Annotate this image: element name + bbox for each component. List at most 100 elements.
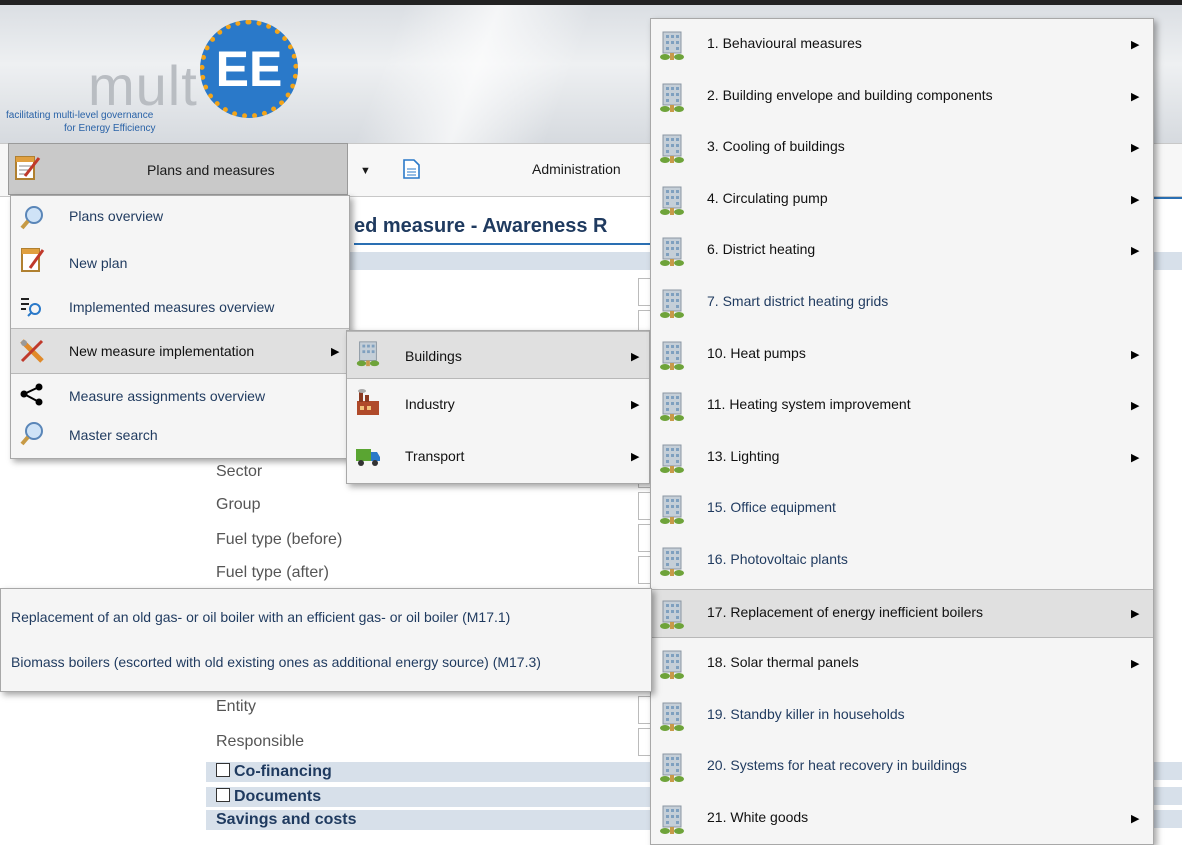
submenu-arrow-icon: ▶ — [1131, 39, 1140, 51]
menu-item-implemented-measures-overview[interactable]: Implemented measures overview — [11, 285, 349, 327]
boiler-submenu: Replacement of an old gas- or oil boiler… — [0, 588, 652, 692]
menu-item-measure-assignments-overview[interactable]: Measure assignments overview — [11, 376, 349, 418]
section-documents[interactable]: Documents — [206, 787, 654, 807]
submenu-arrow-icon: ▶ — [631, 451, 640, 463]
menu-item-building-measure[interactable]: 20. Systems for heat recovery in buildin… — [651, 743, 1153, 793]
building-icon — [660, 341, 684, 370]
building-icon — [660, 237, 684, 267]
menu-item-label: 7. Smart district heating grids — [707, 293, 889, 309]
submenu-arrow-icon: ▶ — [1131, 607, 1140, 620]
building-icon — [660, 805, 684, 834]
menu-item-building-measure[interactable]: 17. Replacement of energy inefficient bo… — [651, 588, 1153, 639]
menu-item-label: 3. Cooling of buildings — [707, 138, 845, 155]
sector-submenu: Buildings ▶ Industry ▶ Transport ▶ — [346, 330, 650, 484]
title-rule — [354, 243, 654, 245]
menu-item-label: 10. Heat pumps — [707, 344, 806, 361]
building-icon — [356, 341, 380, 367]
section-cofinancing[interactable]: Co-financing — [206, 762, 654, 782]
section-savings: Savings and costs — [206, 810, 654, 830]
building-icon — [660, 444, 684, 473]
menu-item-label: 15. Office equipment — [707, 499, 836, 516]
building-icon — [660, 186, 684, 215]
menu-item-building-measure[interactable]: 18. Solar thermal panels ▶ — [651, 640, 1153, 690]
menu-item-building-measure[interactable]: 4. Circulating pump ▶ — [651, 176, 1153, 226]
submenu-arrow-icon: ▶ — [1131, 245, 1140, 258]
field-label-fuel-before: Fuel type (before) — [216, 531, 343, 548]
cofinancing-checkbox[interactable] — [216, 763, 230, 777]
building-icon — [660, 702, 684, 731]
menu-item-building-measure[interactable]: 13. Lighting ▶ — [651, 434, 1153, 484]
menu-item-building-measure[interactable]: 11. Heating system improvement ▶ — [651, 382, 1153, 432]
menu-item-m17-3[interactable]: Biomass boilers (escorted with old exist… — [1, 641, 651, 685]
section-savings-label: Savings and costs — [216, 811, 357, 828]
building-icon — [660, 495, 684, 525]
multee-logo[interactable]: mult EE facilitating multi-level governa… — [0, 5, 330, 135]
right-title-rule — [1154, 197, 1182, 199]
field-label-responsible: Responsible — [216, 733, 305, 750]
menu-item-label: 16. Photovoltaic plants — [707, 551, 848, 567]
menu-item-label: 1. Behavioural measures — [707, 35, 862, 51]
page-title: ed measure - Awareness R — [354, 215, 608, 237]
section-documents-label: Documents — [234, 788, 322, 805]
plans-menu-label: Plans and measures — [147, 162, 275, 178]
menu-item-building-measure[interactable]: 1. Behavioural measures ▶ — [651, 21, 1153, 71]
plans-dropdown: Plans overview New plan Implemented meas… — [10, 195, 350, 459]
building-icon — [660, 31, 684, 60]
menu-item-label: 2. Building envelope and building compon… — [707, 86, 993, 103]
menu-item-label: 13. Lighting — [707, 447, 780, 464]
field-label-sector: Sector — [216, 463, 263, 480]
submenu-arrow-icon: ▶ — [631, 351, 640, 363]
buildings-submenu: 1. Behavioural measures ▶ 2. Building enve… — [650, 18, 1154, 845]
menu-item-label: 4. Circulating pump — [707, 189, 828, 206]
submenu-arrow-icon: ▶ — [631, 399, 640, 411]
menu-item-transport[interactable]: Transport ▶ — [347, 435, 649, 477]
menu-item-building-measure[interactable]: 16. Photovoltaic plants — [651, 537, 1153, 587]
logo-tagline-2: for Energy Efficiency — [64, 123, 156, 134]
chevron-down-icon[interactable]: ▼ — [360, 165, 371, 177]
menu-item-label: 20. Systems for heat recovery in buildin… — [707, 757, 967, 774]
submenu-arrow-icon: ▶ — [1131, 658, 1140, 671]
menu-item-building-measure[interactable]: 15. Office equipment — [651, 485, 1153, 535]
building-icon — [660, 289, 684, 318]
menu-item-building-measure[interactable]: 2. Building envelope and building compon… — [651, 73, 1153, 123]
menu-item-building-measure[interactable]: 10. Heat pumps ▶ — [651, 331, 1153, 381]
menu-item-plans-overview[interactable]: Plans overview — [11, 196, 349, 238]
magnifier-icon — [20, 422, 43, 446]
documents-checkbox[interactable] — [216, 788, 230, 802]
building-icon — [660, 547, 684, 576]
menu-item-building-measure[interactable]: 6. District heating ▶ — [651, 227, 1153, 277]
submenu-arrow-icon: ▶ — [1131, 451, 1140, 464]
menu-item-building-measure[interactable]: 7. Smart district heating grids — [651, 279, 1153, 329]
plans-and-measures-menu[interactable]: Plans and measures — [8, 143, 348, 195]
menu-item-new-plan[interactable]: New plan — [11, 240, 349, 282]
menu-item-label: 11. Heating system improvement — [707, 396, 911, 413]
submenu-arrow-icon: ▶ — [331, 346, 340, 358]
share-icon — [20, 383, 43, 406]
submenu-arrow-icon: ▶ — [1131, 813, 1140, 825]
menu-item-building-measure[interactable]: 19. Standby killer in households — [651, 692, 1153, 742]
submenu-arrow-icon: ▶ — [1131, 348, 1140, 361]
submenu-arrow-icon: ▶ — [1131, 142, 1140, 155]
menu-item-building-measure[interactable]: 21. White goods ▶ — [651, 795, 1153, 845]
menu-item-label: 21. White goods — [707, 809, 809, 825]
factory-icon — [357, 389, 379, 415]
menu-item-master-search[interactable]: Master search — [11, 416, 349, 458]
submenu-arrow-icon: ▶ — [1131, 90, 1140, 103]
menu-item-label: 17. Replacement of energy inefficient bo… — [707, 603, 984, 620]
submenu-arrow-icon: ▶ — [1131, 400, 1140, 413]
logo-wordmark: mult — [88, 54, 198, 117]
building-icon — [660, 753, 684, 783]
menu-item-new-measure-implementation[interactable]: New measure implementation ▶ — [11, 328, 349, 374]
administration-menu[interactable]: Administration — [532, 161, 621, 177]
section-strip-right — [1154, 252, 1182, 270]
menu-item-m17-1[interactable]: Replacement of an old gas- or oil boiler… — [1, 595, 651, 639]
menu-item-buildings[interactable]: Buildings ▶ — [347, 331, 649, 379]
menu-item-building-measure[interactable]: 3. Cooling of buildings ▶ — [651, 124, 1153, 174]
building-icon — [660, 392, 684, 422]
notepad-icon — [21, 248, 45, 272]
menu-item-industry[interactable]: Industry ▶ — [347, 383, 649, 425]
section-strip-right — [1154, 787, 1182, 805]
logo-badge: EE — [200, 20, 298, 118]
building-icon — [660, 83, 684, 112]
truck-icon — [356, 449, 380, 466]
